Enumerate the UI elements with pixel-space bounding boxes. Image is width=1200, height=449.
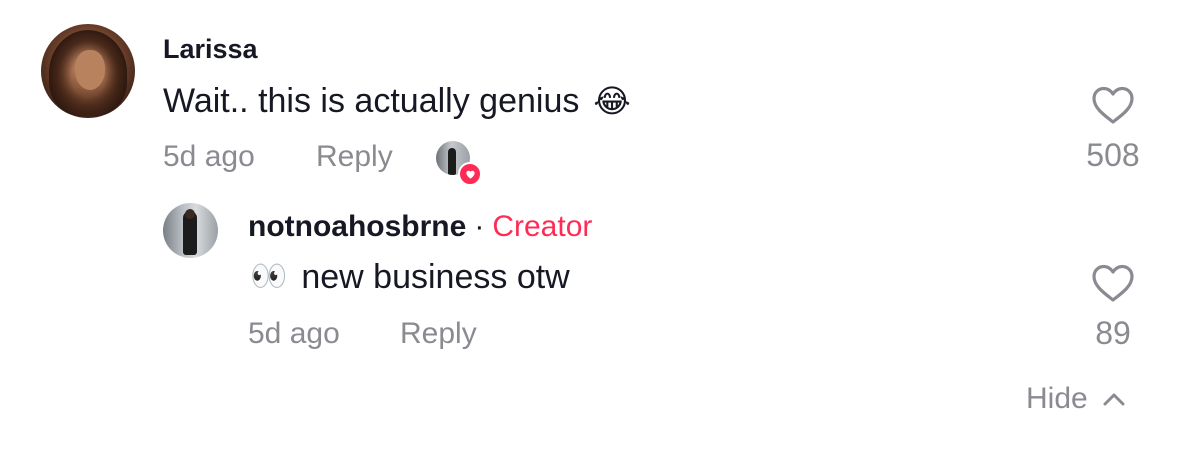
heart-outline-icon <box>1092 264 1134 302</box>
comment-like-button[interactable] <box>1090 84 1136 126</box>
comment-timestamp: 5d ago <box>163 140 255 173</box>
avatar-head <box>185 209 195 219</box>
heart-badge-icon <box>458 162 482 186</box>
separator-dot: · <box>474 210 485 243</box>
comment-body: Wait.. this is actually genius 😂 <box>163 84 631 118</box>
joy-emoji-icon: 😂 <box>593 83 631 119</box>
eyes-emoji-icon: 👀 <box>250 260 288 293</box>
hide-replies-label: Hide <box>1026 382 1088 415</box>
comment-reply-button[interactable]: Reply <box>316 142 393 172</box>
chevron-up-icon <box>1103 393 1125 406</box>
heart-outline-icon <box>1092 86 1134 124</box>
reply-text: new business otw <box>301 258 570 296</box>
comment-username[interactable]: Larissa <box>163 36 258 63</box>
hide-replies-button[interactable]: Hide <box>1026 384 1126 414</box>
comment-text: Wait.. this is actually genius <box>163 82 580 120</box>
avatar-face <box>75 50 105 90</box>
reply-username[interactable]: notnoahosbrne <box>248 212 466 242</box>
reply-reply-button[interactable]: Reply <box>400 319 477 349</box>
reply-body: 👀 new business otw <box>250 260 570 294</box>
avatar-figure <box>448 148 456 175</box>
reply-header: notnoahosbrne · Creator <box>248 212 592 242</box>
creator-badge: Creator <box>492 210 593 243</box>
reply-timestamp: 5d ago <box>248 317 340 350</box>
reply-like-count: 89 <box>1095 315 1131 351</box>
comment-like-count: 508 <box>1086 137 1140 173</box>
reply-like-button[interactable] <box>1090 262 1136 304</box>
reply-avatar[interactable] <box>163 203 218 258</box>
commenter-avatar[interactable] <box>41 24 135 118</box>
